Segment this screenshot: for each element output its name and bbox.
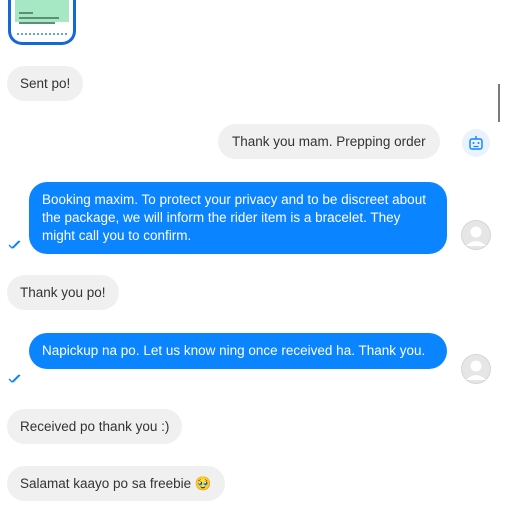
scrollbar[interactable] [498, 84, 500, 122]
avatar-icon [461, 354, 491, 384]
message-bubble[interactable]: Thank you mam. Prepping order [218, 124, 440, 159]
message-text: Sent po! [20, 76, 71, 91]
thumbnail-dots [17, 33, 67, 37]
thumbnail-line [19, 22, 55, 24]
message-bubble[interactable]: Received po thank you :) [7, 409, 183, 444]
message-text: Received po thank you :) [20, 419, 170, 434]
message-bubble[interactable]: Napickup na po. Let us know ning once re… [29, 333, 447, 369]
thumbnail-line [19, 12, 33, 14]
seen-check-icon [8, 240, 21, 249]
image-thumbnail[interactable] [8, 0, 76, 45]
message-bubble[interactable]: Sent po! [7, 66, 84, 101]
seen-check-icon [8, 374, 21, 383]
avatar-icon [461, 220, 491, 250]
message-bubble[interactable]: Booking maxim. To protect your privacy a… [29, 182, 447, 254]
message-text: Salamat kaayo po sa freebie 🥹 [20, 476, 212, 491]
message-bubble[interactable]: Salamat kaayo po sa freebie 🥹 [7, 466, 225, 501]
message-text: Thank you po! [20, 285, 106, 300]
bot-icon [462, 129, 490, 157]
thumbnail-line [19, 17, 59, 19]
message-text: Napickup na po. Let us know ning once re… [42, 343, 426, 358]
message-text: Booking maxim. To protect your privacy a… [42, 192, 426, 243]
message-text: Thank you mam. Prepping order [232, 134, 426, 149]
message-bubble[interactable]: Thank you po! [7, 275, 119, 310]
